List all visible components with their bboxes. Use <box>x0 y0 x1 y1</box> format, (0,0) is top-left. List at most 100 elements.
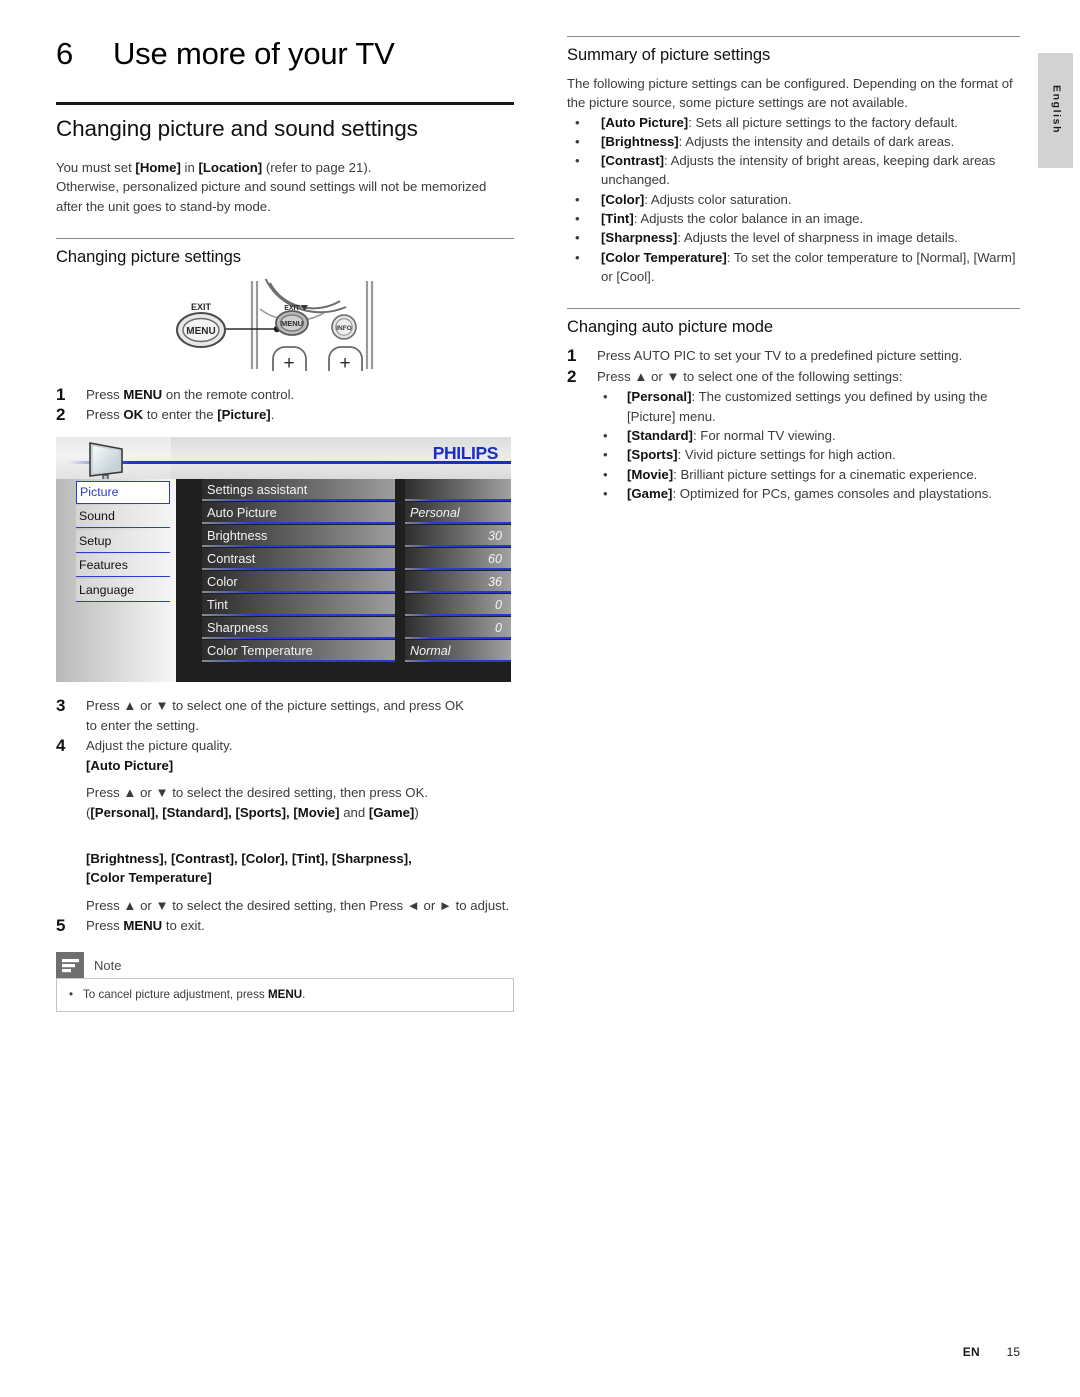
step-4-modes-close: ) <box>414 805 419 821</box>
bullet-text: [Tint]: Adjusts the color balance in an … <box>601 209 1020 228</box>
divider-thin-2 <box>567 36 1020 37</box>
step-2: 2 Press OK to enter the [Picture]. <box>56 405 514 425</box>
divider-thick <box>56 102 514 105</box>
step-4-line-4: Press ▲ or ▼ to select the desired setti… <box>86 897 510 913</box>
step-5: 5 Press MENU to exit. <box>56 916 514 936</box>
step-3-line-2: to enter the setting. <box>86 717 199 733</box>
summary-bullet-contrast: • [Contrast]: Adjusts the intensity of b… <box>567 151 1020 190</box>
bullet-dot: • <box>603 466 608 482</box>
osd-value-auto-picture: Personal <box>401 502 511 525</box>
summary-bullet-brightness: • [Brightness]: Adjusts the intensity an… <box>567 132 1020 151</box>
bullet-text: [Movie]: Brilliant picture settings for … <box>627 465 1020 484</box>
bullet-text: [Game]: Optimized for PCs, games console… <box>627 484 1020 503</box>
sub-heading-changing-picture-settings: Changing picture settings <box>56 247 241 266</box>
philips-logo: PHILIPS <box>432 443 499 464</box>
osd-nav-item-features[interactable]: Features <box>76 554 170 578</box>
osd-nav-item-sound[interactable]: Sound <box>76 505 170 529</box>
step-3: 3 Press ▲ or ▼ to select one of the pict… <box>56 696 514 735</box>
osd-row-label: Auto Picture <box>207 505 277 521</box>
osd-row-contrast[interactable]: Contrast <box>176 548 401 571</box>
note-icon <box>56 952 84 979</box>
bullet-text: [Sharpness]: Adjusts the level of sharpn… <box>601 228 1020 247</box>
bullet-dot: • <box>575 191 580 207</box>
osd-row-auto-picture[interactable]: Auto Picture <box>176 502 401 525</box>
menu-key-token: MENU <box>267 988 303 1002</box>
osd-row-color[interactable]: Color <box>176 571 401 594</box>
osd-row-label: Settings assistant <box>207 482 308 498</box>
osd-row-tint[interactable]: Tint <box>176 594 401 617</box>
osd-values-panel: Personal 30 60 36 0 0 Normal <box>401 479 511 683</box>
bullet-dot: • <box>575 133 580 149</box>
intro-paragraph-1: You must set [Home] in [Location] (refer… <box>56 158 514 177</box>
osd-value: 0 <box>494 598 502 613</box>
auto-bullet-movie: • [Movie]: Brilliant picture settings fo… <box>567 465 1020 484</box>
game-token: [Game] <box>368 805 415 821</box>
desc: : Adjusts color saturation. <box>644 191 792 207</box>
osd-row-label: Color <box>207 574 238 590</box>
term: [Standard] <box>627 428 693 444</box>
osd-row-label: Color Temperature <box>207 643 313 659</box>
osd-value: 36 <box>487 575 502 590</box>
summary-intro: The following picture settings can be co… <box>567 76 1013 111</box>
picture-mode-tokens: [Personal], [Standard], [Sports], [Movie… <box>90 805 340 821</box>
osd-nav-panel: Picture Sound Setup Features Language <box>56 479 176 683</box>
bullet-text: [Auto Picture]: Sets all picture setting… <box>601 113 1020 132</box>
step-1-part-a: Press <box>86 386 124 402</box>
step-1-number: 1 <box>56 384 66 404</box>
osd-row-settings-assistant[interactable]: Settings assistant <box>176 479 401 502</box>
term: [Contrast] <box>601 153 665 169</box>
bullet-dot: • <box>603 389 608 405</box>
term: [Movie] <box>627 466 674 482</box>
step-3-number: 3 <box>56 696 66 716</box>
remote-menu-label: MENU <box>281 319 303 328</box>
picture-param-tokens-line-2: [Color Temperature] <box>86 870 212 886</box>
summary-bullet-tint: • [Tint]: Adjusts the color balance in a… <box>567 209 1020 228</box>
osd-row-color-temperature[interactable]: Color Temperature <box>176 640 401 663</box>
ok-key-token: OK <box>123 407 144 423</box>
desc: : Sets all picture settings to the facto… <box>688 114 958 130</box>
osd-row-label: Contrast <box>207 551 256 567</box>
osd-value: 30 <box>487 529 502 544</box>
desc: : Adjusts the intensity and details of d… <box>678 133 955 149</box>
osd-row-sharpness[interactable]: Sharpness <box>176 617 401 640</box>
step-2-part-a: Press <box>86 407 124 423</box>
intro-paragraph-2: Otherwise, personalized picture and soun… <box>56 179 487 214</box>
term: [Color Temperature] <box>601 249 727 265</box>
osd-nav-item-setup[interactable]: Setup <box>76 529 170 553</box>
section-heading-picture-sound: Changing picture and sound settings <box>56 116 418 141</box>
osd-settings-list: Settings assistant Auto Picture Brightne… <box>176 479 401 683</box>
auto-step-2-text: Press ▲ or ▼ to select one of the follow… <box>597 368 903 384</box>
note-text-c: . <box>302 988 306 1002</box>
auto-step-1-text: Press AUTO PIC to set your TV to a prede… <box>597 348 963 364</box>
osd-value-sharpness: 0 <box>401 617 511 640</box>
osd-nav-item-picture[interactable]: Picture <box>76 480 170 504</box>
remote-exit-label: EXIT <box>284 305 300 312</box>
remote-menu-label-callout: MENU <box>186 326 215 337</box>
term: [Color] <box>601 191 645 207</box>
step-4-number: 4 <box>56 736 66 756</box>
osd-value-settings-assistant <box>401 479 511 502</box>
home-token: [Home] <box>135 160 181 175</box>
page-title: 6 Use more of your TV <box>56 36 514 72</box>
bullet-dot: • <box>575 249 580 265</box>
step-4-and: and <box>339 805 369 821</box>
osd-value: 60 <box>487 552 502 567</box>
step-5-part-a: Press <box>86 918 124 934</box>
section-heading-summary: Summary of picture settings <box>567 46 771 64</box>
desc: : Brilliant picture settings for a cinem… <box>673 466 978 482</box>
summary-bullet-color: • [Color]: Adjusts color saturation. <box>567 190 1020 209</box>
intro-text-a: You must set <box>56 160 136 175</box>
section-heading-auto-picture-mode: Changing auto picture mode <box>567 318 774 337</box>
chapter-number: 6 <box>56 36 74 71</box>
page-footer: EN 15 <box>0 1345 1020 1359</box>
auto-bullet-game: • [Game]: Optimized for PCs, games conso… <box>567 484 1020 503</box>
auto-picture-token: [Auto Picture] <box>86 757 174 773</box>
step-2-text: Press OK to enter the [Picture]. <box>86 405 514 425</box>
auto-bullet-sports: • [Sports]: Vivid picture settings for h… <box>567 445 1020 464</box>
summary-bullet-auto-picture: • [Auto Picture]: Sets all picture setti… <box>567 113 1020 132</box>
remote-control-diagram: MENU EXIT MENU EXIT INFO + + <box>176 278 374 371</box>
step-2-number: 2 <box>56 405 66 425</box>
osd-row-brightness[interactable]: Brightness <box>176 525 401 548</box>
osd-nav-item-language[interactable]: Language <box>76 578 170 602</box>
